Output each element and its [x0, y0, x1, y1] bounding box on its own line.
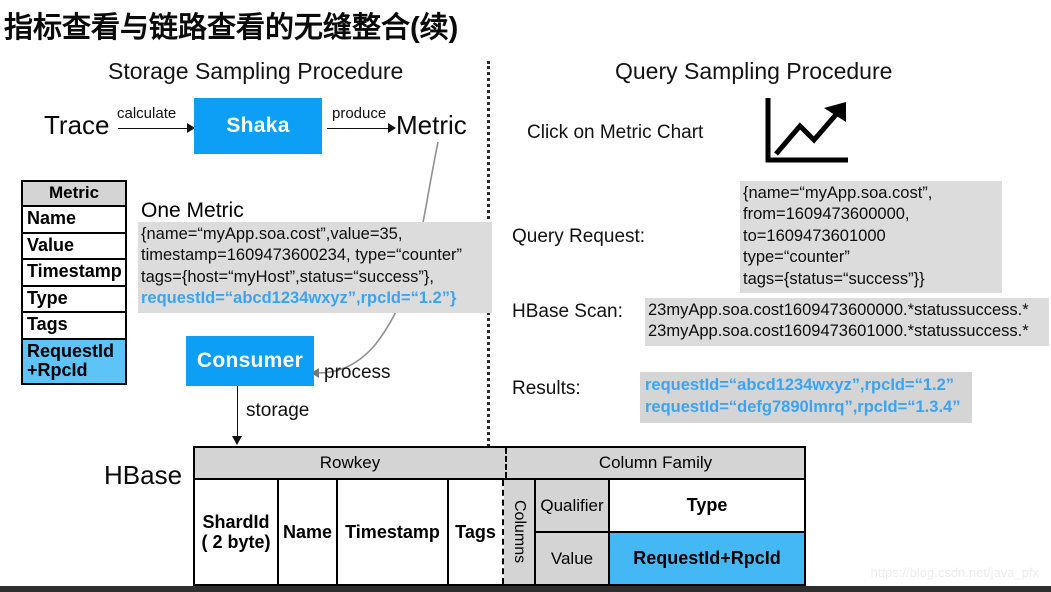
bottom-bar [0, 586, 1051, 592]
metric-schema-header: Metric [23, 182, 125, 208]
storage-arrow-head [232, 436, 242, 445]
produce-arrow-line [327, 128, 389, 129]
metric-schema-row-timestamp: Timestamp [23, 260, 125, 287]
metric-schema-row-type: Type [23, 287, 125, 314]
metric-label: Metric [396, 110, 467, 140]
trace-label: Trace [44, 110, 110, 140]
hbase-table-header-row: Rowkey Column Family [195, 448, 804, 480]
metric-schema-row-value: Value [23, 234, 125, 261]
storage-section-heading: Storage Sampling Procedure [108, 58, 404, 84]
hbase-storage-table: Rowkey Column Family ShardId ( 2 byte) N… [193, 446, 806, 586]
hbase-group-column-family: Column Family [598, 453, 713, 472]
metric-schema-requestid-line1: RequestId [27, 340, 115, 361]
hbase-cell-shardid: ShardId ( 2 byte) [195, 480, 279, 584]
page-title: 指标查看与链路查看的无缝整合(续) [4, 12, 459, 44]
hbase-column-family-section: Columns Qualifier Value Type RequestId+R… [504, 480, 804, 584]
query-section-heading: Query Sampling Procedure [615, 58, 893, 84]
hbase-cell-qualifier: Qualifier [536, 480, 608, 533]
line-chart-up-icon [765, 98, 848, 163]
storage-arrow-line [237, 386, 238, 438]
calculate-label: calculate [117, 105, 177, 122]
watermark: https://blog.csdn.net/java_pfx [870, 565, 1039, 580]
hbase-table-body-row: ShardId ( 2 byte) Name Timestamp Tags Co… [195, 480, 804, 584]
hbase-scan-label: HBase Scan: [512, 301, 623, 322]
hbase-scan-code-block: 23myApp.soa.cost1609473600000.*statussuc… [645, 298, 1049, 346]
hbase-cell-value: Value [536, 533, 608, 584]
metric-schema-row-name: Name [23, 207, 125, 234]
slide-canvas: 指标查看与链路查看的无缝整合(续) Storage Sampling Proce… [0, 0, 1051, 592]
one-metric-label: One Metric [141, 199, 244, 222]
one-metric-blue-text: requestId=“abcd1234wxyz”,rpcId=“1.2”} [141, 289, 457, 308]
process-label: process [324, 362, 391, 383]
consumer-box[interactable]: Consumer [186, 336, 314, 386]
hbase-cell-name: Name [279, 480, 338, 584]
hbase-cell-columns: Columns [504, 480, 536, 584]
calculate-arrow-line [118, 128, 188, 129]
metric-schema-row-requestid: RequestId +RpcId [23, 339, 125, 384]
results-block: requestId=“abcd1234wxyz”,rpcId=“1.2” req… [640, 372, 972, 423]
hbase-cell-timestamp: Timestamp [338, 480, 449, 584]
produce-label: produce [332, 105, 387, 122]
click-on-metric-chart-label: Click on Metric Chart [527, 122, 704, 143]
metric-schema-row-tags: Tags [23, 313, 125, 340]
storage-label: storage [246, 400, 310, 421]
hbase-cell-requestid-rpcid: RequestId+RpcId [610, 533, 804, 584]
one-metric-code-block: {name=“myApp.soa.cost”,value=35, timesta… [138, 222, 492, 313]
hbase-type-requestid-column: Type RequestId+RpcId [610, 480, 804, 584]
query-request-code-block: {name=“myApp.soa.cost”, from=16094736000… [740, 181, 1002, 294]
metric-schema-table: Metric Name Value Timestamp Type Tags Re… [21, 180, 127, 386]
hbase-label: HBase [104, 460, 183, 490]
hbase-qualifier-value-column: Qualifier Value [536, 480, 610, 584]
produce-arrow-head [388, 123, 396, 133]
hbase-cell-tags: Tags [449, 480, 504, 584]
metric-schema-requestid-line2: +RpcId [27, 359, 88, 380]
one-metric-body-text: {name=“myApp.soa.cost”,value=35, timesta… [141, 225, 463, 286]
hbase-cell-shardid-text: ShardId ( 2 byte) [201, 511, 271, 552]
hbase-group-rowkey: Rowkey [195, 448, 507, 478]
results-label: Results: [512, 378, 581, 399]
hbase-columns-label: Columns [511, 500, 528, 564]
query-request-label: Query Request: [512, 226, 646, 247]
hbase-cell-type: Type [610, 480, 804, 533]
